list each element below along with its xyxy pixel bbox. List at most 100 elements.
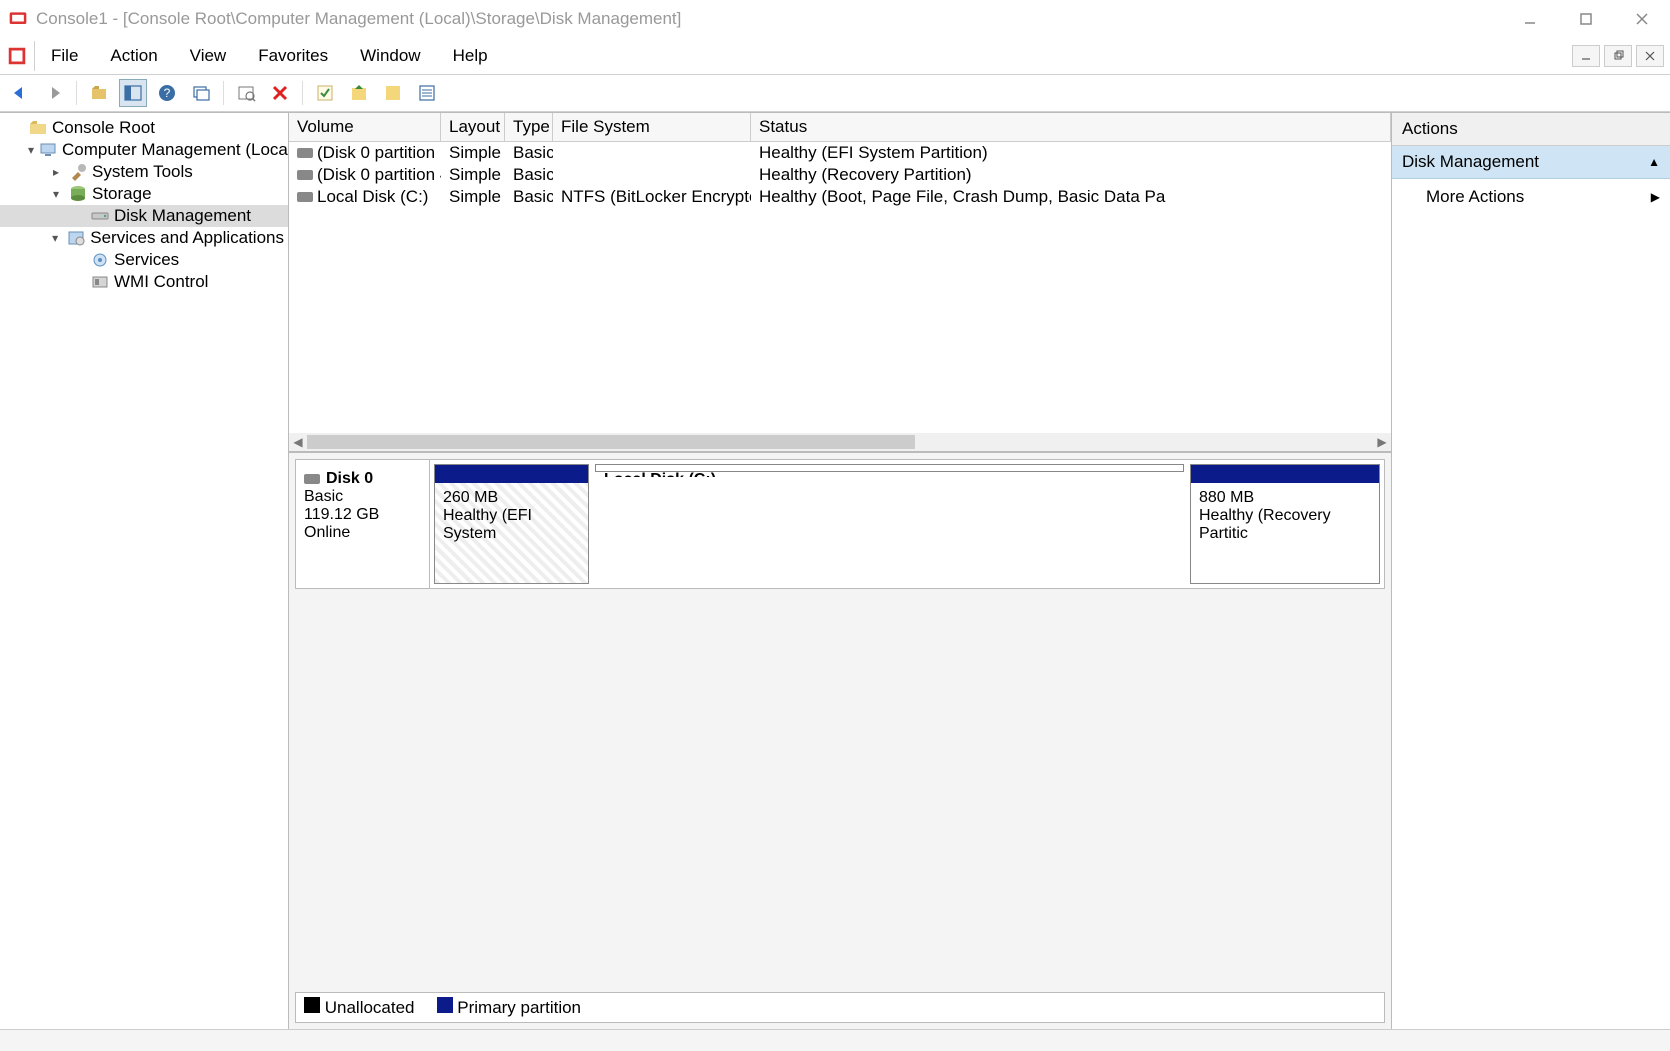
- tree-services[interactable]: Services: [0, 249, 288, 271]
- scroll-left-icon[interactable]: ◀: [289, 435, 307, 449]
- document-icon: [6, 45, 28, 67]
- menu-file[interactable]: File: [35, 42, 94, 70]
- column-layout[interactable]: Layout: [441, 113, 505, 141]
- volume-type: Basic: [505, 143, 553, 163]
- disk-row[interactable]: Disk 0 Basic 119.12 GB Online 260 MB Hea…: [295, 459, 1385, 589]
- column-type[interactable]: Type: [505, 113, 553, 141]
- volume-status: Healthy (Boot, Page File, Crash Dump, Ba…: [751, 187, 1391, 207]
- chevron-right-icon: ▶: [1651, 190, 1660, 204]
- volume-layout: Simple: [441, 165, 505, 185]
- settings-list-button[interactable]: [413, 79, 441, 107]
- volume-row[interactable]: Local Disk (C:) Simple Basic NTFS (BitLo…: [289, 186, 1391, 208]
- mdi-restore-button[interactable]: [1604, 45, 1632, 67]
- column-volume[interactable]: Volume: [289, 113, 441, 141]
- tree-computer-management[interactable]: ▾ Computer Management (Local): [0, 139, 288, 161]
- storage-icon: [68, 184, 88, 204]
- volume-layout: Simple: [441, 187, 505, 207]
- column-filesystem[interactable]: File System: [553, 113, 751, 141]
- legend: Unallocated Primary partition: [295, 992, 1385, 1023]
- actions-more-actions[interactable]: More Actions ▶: [1392, 179, 1670, 215]
- collapse-icon[interactable]: ▾: [48, 187, 64, 201]
- volume-status: Healthy (EFI System Partition): [751, 143, 1391, 163]
- volume-icon: [297, 192, 313, 202]
- volume-row[interactable]: (Disk 0 partition 1) Simple Basic Health…: [289, 142, 1391, 164]
- scrollbar-thumb[interactable]: [307, 435, 915, 449]
- disk-name: Disk 0: [326, 470, 373, 488]
- volume-name: (Disk 0 partition 4): [317, 165, 441, 185]
- expand-icon[interactable]: ▸: [48, 165, 64, 179]
- column-status[interactable]: Status: [751, 113, 1391, 141]
- actions-pane: Actions Disk Management ▲ More Actions ▶: [1392, 113, 1670, 1029]
- volume-icon: [297, 170, 313, 180]
- collapse-icon[interactable]: ▾: [48, 231, 62, 245]
- tree-label: System Tools: [92, 162, 193, 182]
- volume-layout: Simple: [441, 143, 505, 163]
- actions-header: Actions: [1392, 113, 1670, 146]
- partition-efi[interactable]: 260 MB Healthy (EFI System: [434, 464, 589, 584]
- tree-disk-management[interactable]: Disk Management: [0, 205, 288, 227]
- volume-list[interactable]: Volume Layout Type File System Status (D…: [289, 113, 1391, 453]
- tree-label: Computer Management (Local): [62, 140, 289, 160]
- disk-size: 119.12 GB: [304, 506, 421, 524]
- menu-favorites[interactable]: Favorites: [242, 42, 344, 70]
- menu-help[interactable]: Help: [437, 42, 504, 70]
- new-window-button[interactable]: [187, 79, 215, 107]
- tree-services-and-applications[interactable]: ▾ Services and Applications: [0, 227, 288, 249]
- partition-name: Local Disk (C:): [604, 471, 1175, 477]
- tree-wmi-control[interactable]: WMI Control: [0, 271, 288, 293]
- tree-label: Services: [114, 250, 179, 270]
- collapse-icon[interactable]: ▾: [28, 143, 34, 157]
- volume-type: Basic: [505, 187, 553, 207]
- actions-section-disk-management[interactable]: Disk Management ▲: [1392, 146, 1670, 179]
- legend-swatch-primary: [437, 997, 453, 1013]
- volume-list-header: Volume Layout Type File System Status: [289, 113, 1391, 142]
- horizontal-scrollbar[interactable]: ◀ ▶: [289, 433, 1391, 451]
- check-button[interactable]: [311, 79, 339, 107]
- tree-label: Services and Applications: [90, 228, 284, 248]
- disk-graphical-view[interactable]: Disk 0 Basic 119.12 GB Online 260 MB Hea…: [289, 453, 1391, 1029]
- partition-c[interactable]: Local Disk (C:) 118.00 GB NTFS (BitLocke…: [595, 464, 1184, 472]
- tree-label: WMI Control: [114, 272, 208, 292]
- maximize-button[interactable]: [1558, 0, 1614, 38]
- partition-size: 880 MB: [1199, 489, 1371, 507]
- menu-view[interactable]: View: [174, 42, 243, 70]
- mdi-close-button[interactable]: [1636, 45, 1664, 67]
- svg-text:?: ?: [164, 86, 171, 100]
- mdi-minimize-button[interactable]: [1572, 45, 1600, 67]
- volume-icon: [297, 148, 313, 158]
- help-button[interactable]: ?: [153, 79, 181, 107]
- partition-bar: [435, 465, 588, 483]
- menu-action[interactable]: Action: [94, 42, 173, 70]
- volume-name: (Disk 0 partition 1): [317, 143, 441, 163]
- computer-icon: [38, 140, 58, 160]
- note-up-button[interactable]: [345, 79, 373, 107]
- up-button[interactable]: [85, 79, 113, 107]
- properties-button[interactable]: [232, 79, 260, 107]
- menu-bar: File Action View Favorites Window Help: [0, 38, 1670, 75]
- minimize-button[interactable]: [1502, 0, 1558, 38]
- tree-label: Disk Management: [114, 206, 251, 226]
- forward-button[interactable]: [40, 79, 68, 107]
- disk-icon: [90, 206, 110, 226]
- scroll-right-icon[interactable]: ▶: [1373, 435, 1391, 449]
- console-tree[interactable]: Console Root ▾ Computer Management (Loca…: [0, 113, 289, 1029]
- show-hide-tree-button[interactable]: [119, 79, 147, 107]
- volume-status: Healthy (Recovery Partition): [751, 165, 1391, 185]
- tree-storage[interactable]: ▾ Storage: [0, 183, 288, 205]
- menu-window[interactable]: Window: [344, 42, 436, 70]
- partition-recovery[interactable]: 880 MB Healthy (Recovery Partitic: [1190, 464, 1380, 584]
- note-button[interactable]: [379, 79, 407, 107]
- volume-row[interactable]: (Disk 0 partition 4) Simple Basic Health…: [289, 164, 1391, 186]
- delete-button[interactable]: [266, 79, 294, 107]
- disk-info: Disk 0 Basic 119.12 GB Online: [296, 460, 430, 588]
- toolbar: ?: [0, 75, 1670, 112]
- collapse-icon[interactable]: ▲: [1648, 155, 1660, 169]
- back-button[interactable]: [6, 79, 34, 107]
- close-button[interactable]: [1614, 0, 1670, 38]
- tools-icon: [68, 162, 88, 182]
- disk-type: Basic: [304, 488, 421, 506]
- tree-console-root[interactable]: Console Root: [0, 117, 288, 139]
- legend-primary: Primary partition: [457, 998, 581, 1017]
- partition-size: 260 MB: [443, 489, 580, 507]
- tree-system-tools[interactable]: ▸ System Tools: [0, 161, 288, 183]
